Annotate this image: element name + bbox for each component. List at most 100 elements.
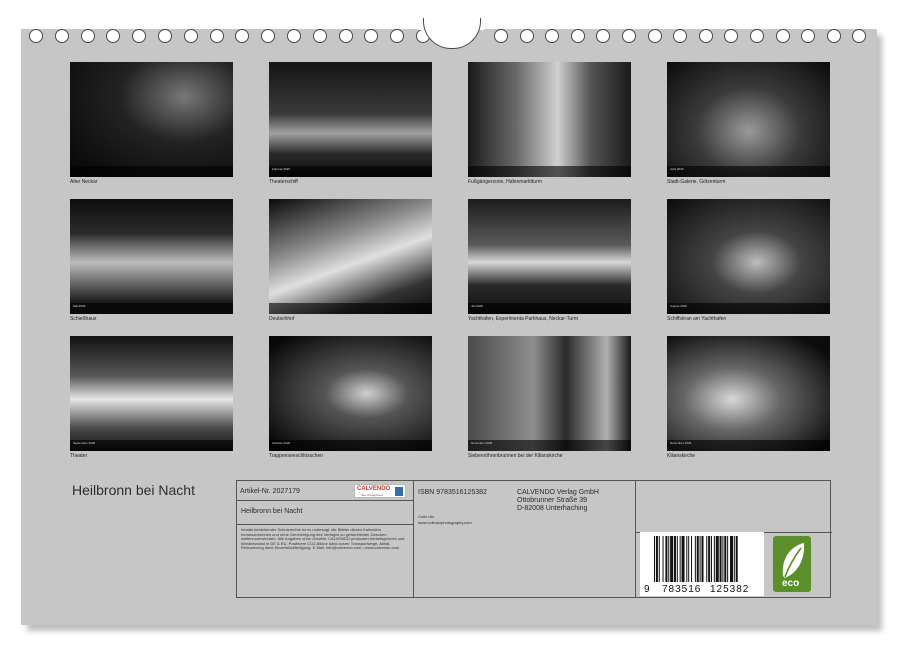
barcode: 9 783516 125382 (640, 532, 764, 596)
eco-badge: eco (773, 536, 811, 592)
barcode-bar (708, 536, 711, 582)
barcode-bar (658, 536, 660, 582)
barcode-bar (654, 536, 655, 582)
mini-calendar-strip: September 2026 (70, 440, 233, 451)
binding-hole (698, 29, 713, 43)
night-photo-image (70, 336, 233, 451)
barcode-bar (670, 536, 674, 582)
month-photo (468, 62, 631, 177)
binding-hole (750, 29, 764, 43)
barcode-bar (713, 536, 715, 582)
barcode-bar (722, 536, 724, 582)
month-photo: November 2026 (468, 336, 631, 451)
month-caption: Theaterschiff (269, 179, 298, 185)
barcode-digits-left: 783516 (662, 584, 702, 595)
barcode-bar (724, 536, 727, 582)
binding-hole (287, 29, 301, 43)
month-caption: Alter Neckar (70, 179, 98, 185)
binding-hole (209, 29, 224, 43)
month-photo: April 2026 (667, 62, 830, 177)
barcode-bar (668, 536, 670, 582)
barcode-bar (662, 536, 664, 582)
photographer-website: www.colinutzphotography.com (418, 520, 472, 525)
binding-hole (235, 29, 250, 43)
barcode-bar (676, 536, 678, 582)
barcode-bar (681, 536, 685, 582)
night-photo-image (269, 336, 432, 451)
binding-hole (519, 29, 534, 43)
binding-hole (801, 29, 816, 43)
month-photo (269, 199, 432, 314)
calvendo-logo-sub: das Verlagshaus (361, 493, 384, 497)
eco-label: eco (782, 578, 800, 589)
night-photo-image (468, 62, 631, 177)
article-number: Artikel-Nr. 2027179 (240, 488, 300, 495)
night-photo-image (269, 62, 432, 177)
binding-hole (338, 29, 353, 43)
barcode-bar (688, 536, 690, 582)
month-caption: Trappenseeschlösschen (269, 453, 324, 459)
publisher-street: Ottobrunner Straße 39 (517, 497, 588, 504)
binding-hole (80, 29, 95, 43)
binding-hole (724, 29, 739, 43)
publisher-city: D-82008 Unterhaching (517, 505, 588, 512)
month-caption: Fußgängerzone, Hafenmarktturm (468, 179, 542, 185)
barcode-bar (711, 536, 712, 582)
month-caption: Deutschhof (269, 316, 295, 322)
binding-hole (312, 29, 327, 43)
month-caption: Schiffskran am Yachthafen (667, 316, 727, 322)
night-photo-image (468, 199, 631, 314)
barcode-bar (733, 536, 735, 582)
night-photo-image (667, 199, 830, 314)
month-photo: Oktober 2026 (269, 336, 432, 451)
publisher-name: CALVENDO Verlag GmbH (517, 489, 599, 496)
month-caption: Yachthafen, Experimenta Parkhaus, Neckar… (468, 316, 579, 322)
barcode-bar (665, 536, 668, 582)
month-photo: August 2026 (667, 199, 830, 314)
binding-hole (647, 29, 662, 43)
binding-hole (596, 29, 611, 43)
binding-hole (390, 29, 405, 43)
month-caption: Stadt-Galerie, Götzenturm (667, 179, 726, 185)
legal-notice: Inhalte bestehender Schutzrechte ist es … (241, 527, 405, 551)
binding-hole (622, 29, 636, 43)
barcode-bar (715, 536, 719, 582)
barcode-digits-right: 125382 (710, 584, 750, 595)
mini-calendar-strip: Mai 2026 (70, 303, 233, 314)
barcode-bar (679, 536, 681, 582)
info-divider-2 (635, 481, 636, 597)
night-photo-image (667, 336, 830, 451)
night-photo-image (70, 199, 233, 314)
mini-calendar-strip: November 2026 (468, 440, 631, 451)
night-photo-image (468, 336, 631, 451)
info-row-divider-1 (237, 500, 413, 501)
barcode-bar (706, 536, 708, 582)
month-photo (70, 62, 233, 177)
barcode-bar (701, 536, 704, 582)
binding-hole (183, 29, 198, 43)
calendar-title: Heilbronn bei Nacht (72, 482, 195, 498)
info-divider-1 (413, 481, 414, 597)
barcode-bar (735, 536, 738, 582)
night-photo-image (70, 62, 233, 177)
isbn: ISBN 9783516125382 (418, 489, 487, 496)
mini-calendar-strip: Februar 2026 (269, 166, 432, 177)
barcode-bar (696, 536, 699, 582)
month-photo: Dezember 2026 (667, 336, 830, 451)
mini-calendar-strip (70, 166, 233, 177)
binding-hole (364, 29, 379, 43)
mini-calendar-strip: Dezember 2026 (667, 440, 830, 451)
month-photo: Mai 2026 (70, 199, 233, 314)
mini-calendar-strip: Oktober 2026 (269, 440, 432, 451)
barcode-bar (673, 536, 676, 582)
month-caption: Siebenröhrenbrunnen bei der Kilianskirch… (468, 453, 563, 459)
calvendo-logo-text: CALVENDO (357, 486, 391, 492)
barcode-bar (719, 536, 722, 582)
month-caption: Kilianskirche (667, 453, 696, 459)
night-photo-image (667, 62, 830, 177)
barcode-bar (686, 536, 688, 582)
mini-calendar-strip: Juli 2026 (468, 303, 631, 314)
month-photo: September 2026 (70, 336, 233, 451)
binding-hole (545, 29, 560, 43)
binding-hole (132, 29, 147, 43)
